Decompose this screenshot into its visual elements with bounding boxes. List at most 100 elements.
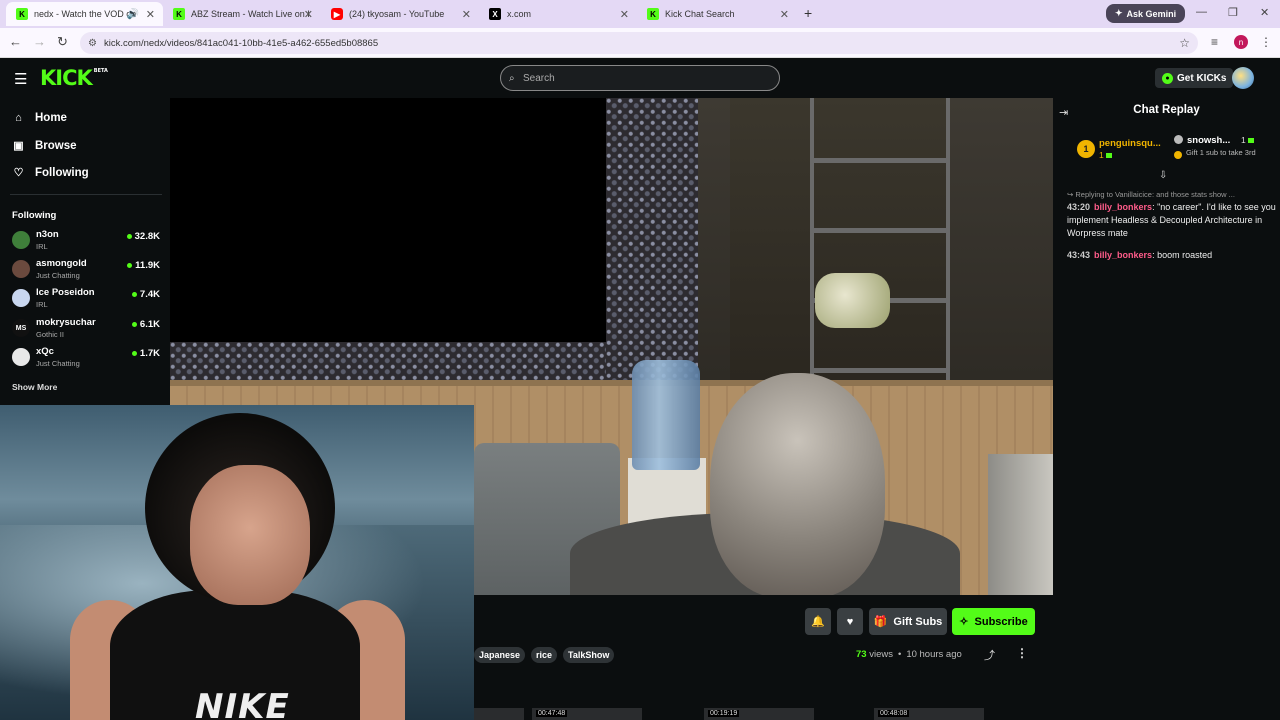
forward-icon[interactable]: → [33, 34, 46, 49]
maximize-icon[interactable]: ❐ [1228, 6, 1238, 19]
tag-rice[interactable]: rice [531, 647, 558, 663]
search-placeholder: Search [523, 72, 555, 84]
channel-name: mokrysuchar [36, 317, 96, 328]
video-thumbnail[interactable] [474, 708, 524, 720]
viewer-count: 7.4K [131, 289, 160, 300]
close-window-icon[interactable]: ✕ [1260, 6, 1269, 19]
tab-title: (24) tkyosam - YouTube [349, 9, 445, 19]
media-control-icon[interactable]: ≡ [1211, 35, 1218, 49]
browser-tab[interactable]: X x.com ✕ [479, 2, 637, 26]
hamburger-menu-icon[interactable]: ☰ [14, 70, 27, 88]
sidebar-item-label: Browse [35, 139, 77, 152]
gift-icon [1174, 151, 1182, 159]
share-icon[interactable]: ⤴ [984, 647, 995, 663]
wallpaper-panel [606, 98, 698, 380]
rank-2-icon [1174, 135, 1183, 144]
gift-subs-button[interactable]: 🎁 Gift Subs [869, 608, 947, 635]
browser-profile-avatar[interactable]: n [1234, 35, 1248, 49]
browser-tab[interactable]: K nedx - Watch the VOD on K 🔊 ✕ [6, 2, 163, 26]
viewer-count-value: 6.1K [139, 319, 160, 330]
sidebar-item-following[interactable]: ♡ Following [12, 166, 89, 180]
sub-gift-icon [1105, 153, 1112, 159]
close-tab-icon[interactable]: ✕ [146, 8, 155, 21]
bell-icon: 🔔 [811, 616, 825, 628]
tag-talkshow[interactable]: TalkShow [563, 647, 615, 663]
menu-kebab-icon[interactable]: ⋮ [1260, 35, 1272, 49]
video-meta: 73 views • 10 hours ago [856, 649, 962, 660]
kick-favicon-icon: K [16, 8, 28, 20]
video-bag [815, 273, 890, 328]
home-icon: ⌂ [15, 112, 22, 124]
gift-prompt: Gift 1 sub to take 3rd [1186, 148, 1256, 157]
site-info-icon[interactable]: ⚙ [88, 38, 97, 49]
minimize-icon[interactable]: — [1196, 6, 1207, 18]
message-username[interactable]: billy_bonkers [1094, 250, 1152, 260]
ask-gemini-button[interactable]: ✦ Ask Gemini [1106, 4, 1186, 23]
live-dot-icon [126, 234, 132, 239]
close-tab-icon[interactable]: ✕ [462, 8, 471, 21]
video-thumbnail[interactable]: 00:47:48 [532, 708, 642, 720]
chat-title: Chat Replay [1133, 104, 1200, 116]
channel-category: IRL [36, 300, 48, 309]
browser-tab[interactable]: K Kick Chat Search ✕ [637, 2, 797, 26]
sidebar-item-home[interactable]: ⌂ Home [12, 112, 67, 124]
views-count: 73 [856, 649, 867, 660]
notification-bell-button[interactable]: 🔔 [805, 608, 831, 635]
followed-channel[interactable]: asmongold Just Chatting 11.9K [12, 257, 160, 283]
viewer-count-value: 32.8K [134, 231, 160, 242]
speaker-icon[interactable]: 🔊 [127, 9, 139, 20]
live-dot-icon [131, 322, 137, 327]
chat-panel: ⇥ Chat Replay 1 penguinsqu... 1 snowsh..… [1053, 98, 1280, 720]
top-gifter-count: 1 [1099, 150, 1112, 160]
follow-heart-button[interactable]: ♥ [837, 608, 863, 635]
subscribe-label: Subscribe [974, 615, 1028, 628]
bookmark-star-icon[interactable]: ☆ [1179, 36, 1190, 50]
followed-channel[interactable]: MS mokrysuchar Gothic II 6.1K [12, 316, 160, 342]
more-options-icon[interactable]: ⋮ [1016, 646, 1028, 660]
followed-channel[interactable]: xQc Just Chatting 1.7K [12, 345, 160, 371]
expand-leaderboard-icon[interactable]: ⇩ [1159, 170, 1167, 181]
followed-channel[interactable]: Ice Poseidon IRL 7.4K [12, 286, 160, 312]
video-thumbnail[interactable]: 00:19:19 [704, 708, 814, 720]
message-timestamp: 43:20 [1067, 202, 1091, 212]
related-videos-strip: 00:47:48 00:19:19 00:48:08 [474, 708, 1034, 720]
close-tab-icon[interactable]: ✕ [620, 8, 629, 21]
viewer-count: 32.8K [126, 231, 160, 242]
new-tab-icon[interactable]: + [804, 5, 812, 21]
sidebar-item-label: Following [35, 166, 89, 179]
back-icon[interactable]: ← [9, 34, 22, 49]
get-kicks-button[interactable]: ● Get KICKs [1155, 68, 1234, 88]
tag-japanese[interactable]: Japanese [474, 647, 526, 663]
top-gifter-name[interactable]: penguinsqu... [1099, 138, 1161, 149]
viewer-count-value: 1.7K [139, 348, 160, 359]
browser-tab[interactable]: K ABZ Stream - Watch Live on Kic ✕ [163, 2, 321, 26]
show-more-link[interactable]: Show More [12, 382, 57, 392]
user-avatar[interactable] [1232, 67, 1254, 89]
close-tab-icon[interactable]: ✕ [780, 8, 789, 21]
video-water-bottle [632, 360, 700, 470]
reload-icon[interactable]: ↻ [57, 34, 68, 50]
sidebar-item-browse[interactable]: ▣ Browse [12, 139, 77, 153]
video-thumbnail[interactable]: 00:48:08 [874, 708, 984, 720]
browser-tab[interactable]: ▶ (24) tkyosam - YouTube ✕ [321, 2, 479, 26]
kick-favicon-icon: K [173, 8, 185, 20]
kick-logo[interactable]: KICK BETA [40, 66, 108, 90]
meta-separator: • [897, 649, 902, 660]
url-field[interactable]: ⚙ kick.com/nedx/videos/841ac041-10bb-41e… [80, 32, 1198, 54]
channel-name: n3on [36, 229, 59, 240]
search-input[interactable]: ⌕ Search [500, 65, 780, 91]
message-timestamp: 43:43 [1067, 250, 1091, 260]
ask-gemini-label: Ask Gemini [1126, 8, 1177, 19]
logo-text: KICK [40, 66, 93, 90]
tab-title: Kick Chat Search [665, 9, 735, 19]
second-gifter-name[interactable]: snowsh... [1187, 135, 1230, 146]
close-tab-icon[interactable]: ✕ [304, 8, 313, 21]
wallpaper-strip [170, 342, 606, 382]
sidebar: ⌂ Home ▣ Browse ♡ Following Following n3… [0, 98, 170, 408]
subscribe-button[interactable]: ✧ Subscribe [952, 608, 1035, 635]
followed-channel[interactable]: n3on IRL 32.8K [12, 228, 160, 254]
message-text: boom roasted [1157, 250, 1213, 260]
live-dot-icon [131, 292, 137, 297]
message-username[interactable]: billy_bonkers [1094, 202, 1152, 212]
avatar [12, 260, 30, 278]
